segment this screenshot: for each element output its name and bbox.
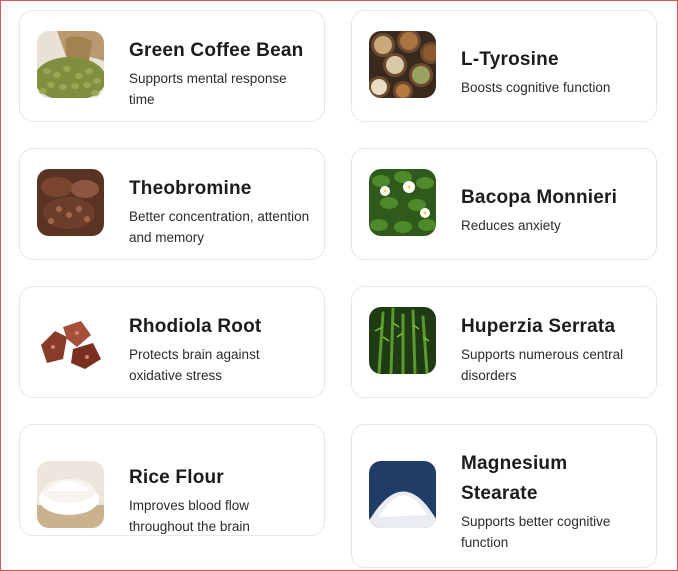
ingredient-description: Reduces anxiety: [461, 218, 561, 233]
white-powder-pile-image: [369, 461, 436, 528]
rice-flour-bowl-image: [37, 461, 104, 528]
ingredient-card-green-coffee-bean: Green Coffee Bean Supports mental respon…: [19, 10, 325, 122]
ingredient-description: Improves blood flow throughout the brain: [129, 498, 250, 534]
ingredient-card-l-tyrosine: L-Tyrosine Boosts cognitive function: [351, 10, 657, 122]
ingredient-description: Protects brain against oxidative stress: [129, 347, 260, 383]
ingredient-name: Green Coffee Bean: [129, 40, 304, 61]
ingredient-description: Better concentration, attention and memo…: [129, 209, 310, 245]
fern-plant-image: [369, 307, 436, 374]
ingredient-card-magnesium-stearate: Magnesium Stearate Supports better cogni…: [351, 424, 657, 568]
cocoa-beans-image: [37, 169, 104, 236]
ingredient-name: L-Tyrosine: [461, 49, 559, 70]
ingredient-card-rhodiola-root: Rhodiola Root Protects brain against oxi…: [19, 286, 325, 398]
ingredient-card-rice-flour: Rice Flour Improves blood flow throughou…: [19, 424, 325, 536]
ingredient-description: Supports mental response time: [129, 71, 287, 107]
white-flower-leaves-image: [369, 169, 436, 236]
ingredient-name: Huperzia Serrata: [461, 316, 616, 337]
ingredient-name: Bacopa Monnieri: [461, 187, 618, 208]
ingredient-name: Rice Flour: [129, 467, 224, 488]
ingredient-name: Theobromine: [129, 178, 252, 199]
ingredient-description: Supports numerous central disorders: [461, 347, 624, 383]
ingredient-card-bacopa-monnieri: Bacopa Monnieri Reduces anxiety: [351, 148, 657, 260]
ingredient-description: Supports better cognitive function: [461, 514, 611, 550]
ingredient-description: Boosts cognitive function: [461, 80, 611, 95]
nuts-and-seeds-bowls-image: [369, 31, 436, 98]
ingredient-card-huperzia-serrata: Huperzia Serrata Supports numerous centr…: [351, 286, 657, 398]
ingredient-name: Rhodiola Root: [129, 316, 262, 337]
dried-root-pieces-image: [37, 307, 104, 374]
ingredient-name: Magnesium Stearate: [461, 453, 568, 504]
ingredient-card-theobromine: Theobromine Better concentration, attent…: [19, 148, 325, 260]
green-coffee-beans-image: [37, 31, 104, 98]
